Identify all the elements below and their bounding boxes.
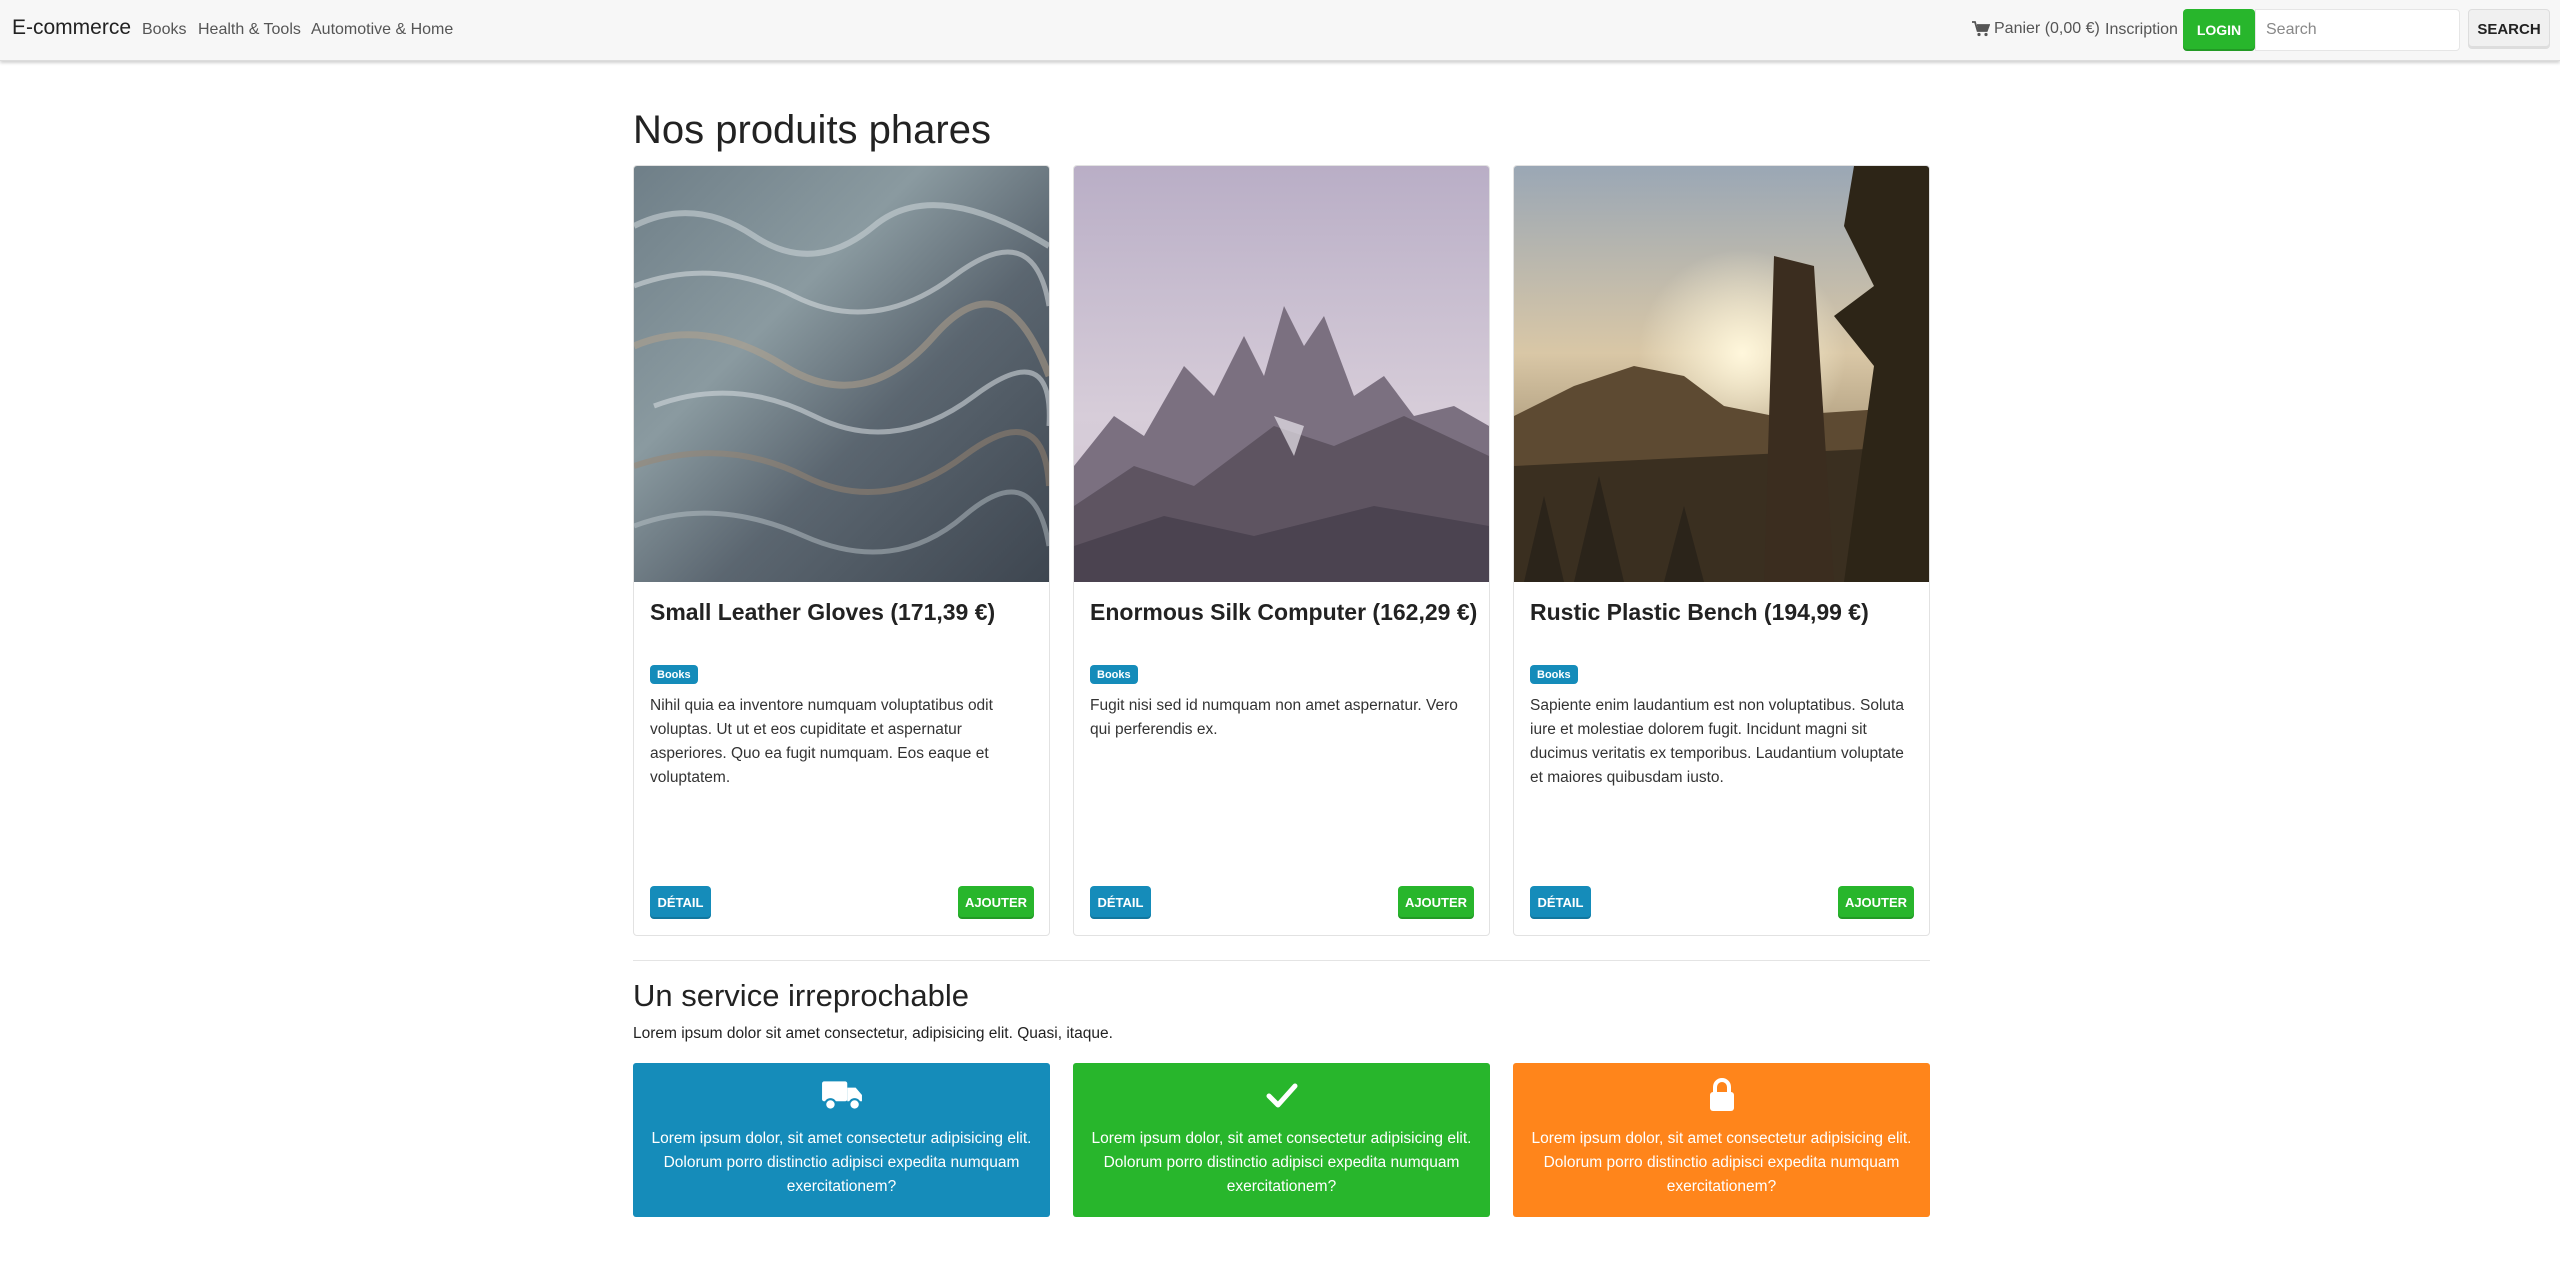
brand-link[interactable]: E-commerce (12, 16, 131, 40)
service-heading: Un service irreprochable (633, 978, 969, 1013)
shopping-cart-icon (1972, 21, 1990, 37)
product-image-mountains[interactable] (1074, 166, 1489, 582)
truck-icon (633, 1077, 1050, 1113)
product-title: Small Leather Gloves (171,39 €) (650, 599, 996, 625)
nav-link-automotive-home[interactable]: Automotive & Home (311, 21, 453, 39)
detail-button[interactable]: Détail (650, 886, 711, 919)
category-badge: Books (650, 665, 698, 684)
feature-text: Lorem ipsum dolor, sit amet consectetur … (1531, 1130, 1912, 1195)
cart-label: Panier (0,00 €) (1994, 20, 2100, 37)
featured-heading: Nos produits phares (633, 108, 991, 152)
section-divider (633, 960, 1930, 961)
product-description: Sapiente enim laudantium est non volupta… (1530, 697, 1904, 786)
product-image-water[interactable] (634, 166, 1049, 582)
service-lead: Lorem ipsum dolor sit amet consectetur, … (633, 1025, 1113, 1042)
category-badge: Books (1090, 665, 1138, 684)
search-button[interactable]: Search (2468, 9, 2550, 49)
nav-link-health-tools[interactable]: Health & Tools (198, 21, 301, 39)
feature-text: Lorem ipsum dolor, sit amet consectetur … (651, 1130, 1032, 1195)
add-to-cart-button[interactable]: Ajouter (1838, 886, 1914, 919)
product-title: Rustic Plastic Bench (194,99 €) (1530, 599, 1869, 625)
login-button[interactable]: Login (2183, 9, 2255, 51)
product-card: Enormous Silk Computer (162,29 €) Books … (1073, 165, 1490, 936)
check-icon (1073, 1077, 1490, 1113)
product-title: Enormous Silk Computer (162,29 €) (1090, 599, 1478, 625)
product-description: Nihil quia ea inventore numquam voluptat… (650, 697, 993, 786)
product-card: Small Leather Gloves (171,39 €) Books Ni… (633, 165, 1050, 936)
add-to-cart-button[interactable]: Ajouter (1398, 886, 1474, 919)
add-to-cart-button[interactable]: Ajouter (958, 886, 1034, 919)
detail-button[interactable]: Détail (1530, 886, 1591, 919)
signup-link[interactable]: Inscription (2105, 21, 2178, 39)
product-card: Rustic Plastic Bench (194,99 €) Books Sa… (1513, 165, 1930, 936)
lock-icon (1513, 1077, 1930, 1113)
cart-link[interactable]: Panier (0,00 €) (1972, 20, 2100, 38)
nav-link-books[interactable]: Books (142, 21, 186, 39)
feature-box-delivery: Lorem ipsum dolor, sit amet consectetur … (633, 1063, 1050, 1217)
feature-text: Lorem ipsum dolor, sit amet consectetur … (1091, 1130, 1472, 1195)
feature-box-quality: Lorem ipsum dolor, sit amet consectetur … (1073, 1063, 1490, 1217)
feature-box-security: Lorem ipsum dolor, sit amet consectetur … (1513, 1063, 1930, 1217)
category-badge: Books (1530, 665, 1578, 684)
search-input[interactable] (2255, 9, 2460, 51)
product-image-sunset-forest[interactable] (1514, 166, 1929, 582)
product-description: Fugit nisi sed id numquam non amet asper… (1090, 697, 1458, 738)
detail-button[interactable]: Détail (1090, 886, 1151, 919)
top-navbar: E-commerce Books Health & Tools Automoti… (0, 0, 2560, 61)
